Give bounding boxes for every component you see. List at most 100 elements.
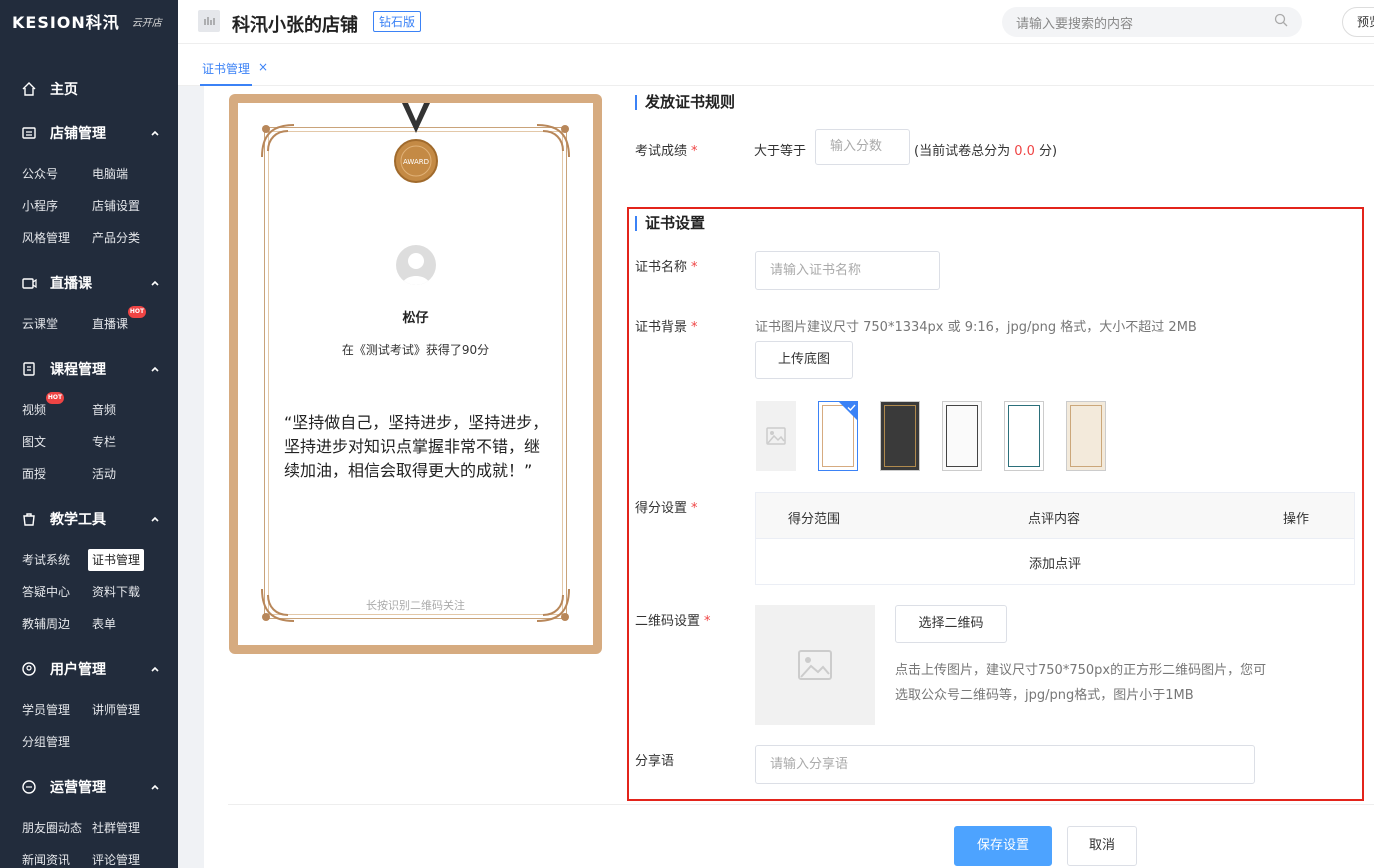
cancel-button[interactable]: 取消 — [1067, 826, 1137, 866]
nav-item-cloud-class[interactable]: 云课堂 — [18, 313, 62, 335]
nav-item-form[interactable]: 表单 — [88, 613, 120, 635]
main-panel: AWARD 松仔 在《测试考试》获得了90分 “坚持做自己，坚持进步，坚持进步，… — [204, 86, 1374, 868]
live-icon — [20, 274, 38, 292]
cert-name-label: 证书名称 * — [635, 256, 698, 275]
medal-text: AWARD — [403, 158, 429, 166]
share-input[interactable]: 请输入分享语 — [755, 745, 1255, 784]
background-placeholder[interactable] — [756, 401, 796, 471]
nav-group-label: 直播课 — [50, 276, 92, 292]
nav-item-teachers[interactable]: 讲师管理 — [88, 699, 144, 721]
background-template-5[interactable] — [1066, 401, 1106, 471]
nav-group-label: 运营管理 — [50, 780, 106, 796]
score-setting-label: 得分设置 * — [635, 497, 698, 516]
template-border — [1008, 405, 1040, 467]
background-template-1[interactable] — [818, 401, 858, 471]
nav-group-label: 店铺管理 — [50, 126, 106, 142]
cert-name-label-text: 证书名称 — [635, 260, 688, 275]
home-icon — [20, 80, 38, 98]
medal-icon: AWARD — [394, 103, 438, 183]
cert-name-input[interactable]: 请输入证书名称 — [755, 251, 940, 290]
nav-group-label: 课程管理 — [50, 362, 106, 378]
certificate-quote: “坚持做自己，坚持进步，坚持进步，坚持进步对知识点掌握非常不错，继续加油，相信会… — [284, 413, 549, 480]
nav-item-style[interactable]: 风格管理 — [18, 227, 74, 249]
close-icon[interactable]: × — [258, 60, 268, 74]
nav-item-audio[interactable]: 音频 — [88, 399, 120, 421]
nav-item-column[interactable]: 专栏 — [88, 431, 120, 453]
column-header-range: 得分范围 — [788, 512, 841, 527]
nav-group-course[interactable]: 课程管理 — [0, 354, 178, 384]
nav-item-comments[interactable]: 评论管理 — [88, 849, 144, 868]
nav-item-miniapp[interactable]: 小程序 — [18, 195, 62, 217]
tab-cert-management[interactable]: 证书管理 — [200, 44, 253, 86]
add-comment-button[interactable]: 添加点评 — [756, 553, 1354, 572]
required-mark: * — [704, 614, 711, 629]
nav-group-live[interactable]: 直播课 — [0, 268, 178, 298]
search-input[interactable]: 请输入要搜索的内容 — [1016, 13, 1274, 32]
score-input[interactable]: 输入分数 — [815, 129, 910, 165]
nav-group-tools[interactable]: 教学工具 — [0, 504, 178, 534]
chevron-up-icon — [150, 780, 160, 796]
brand-logo[interactable]: KESION科汛 云开店 — [0, 0, 178, 42]
hot-badge: HOT — [46, 392, 64, 404]
nav-item-activity[interactable]: 活动 — [88, 463, 120, 485]
content-gutter — [178, 86, 204, 868]
nav-item-article[interactable]: 图文 — [18, 431, 50, 453]
search-icon[interactable] — [1274, 13, 1288, 31]
nav-item-aux[interactable]: 教辅周边 — [18, 613, 74, 635]
nav-group-label: 用户管理 — [50, 662, 106, 678]
score-hint-prefix: (当前试卷总分为 — [914, 144, 1011, 159]
search-bar[interactable]: 请输入要搜索的内容 — [1002, 7, 1302, 37]
tab-bar: 证书管理 × — [178, 44, 1374, 86]
share-label-text: 分享语 — [635, 754, 675, 769]
cert-bg-label-text: 证书背景 — [635, 320, 688, 335]
upload-background-button[interactable]: 上传底图 — [755, 341, 853, 379]
recipient-score: 在《测试考试》获得了90分 — [341, 343, 490, 357]
nav-group-ops[interactable]: 运营管理 — [0, 772, 178, 802]
store-icon — [198, 10, 220, 32]
preview-button[interactable]: 预览 — [1342, 7, 1374, 37]
nav-item-gongzhonghao[interactable]: 公众号 — [18, 163, 62, 185]
required-mark: * — [691, 260, 698, 275]
nav-item-exam[interactable]: 考试系统 — [18, 549, 74, 571]
certificate-paper: AWARD 松仔 在《测试考试》获得了90分 “坚持做自己，坚持进步，坚持进步，… — [238, 103, 593, 645]
qr-hint-line-2: 选取公众号二维码等，jpg/png格式，图片小于1MB — [895, 688, 1194, 703]
required-mark: * — [691, 320, 698, 335]
nav-item-news[interactable]: 新闻资讯 — [18, 849, 74, 868]
nav-item-live-class[interactable]: 直播课 — [88, 313, 132, 335]
template-border — [884, 405, 916, 467]
qr-hint-line-1: 点击上传图片，建议尺寸750*750px的正方形二维码图片，您可 — [895, 663, 1267, 678]
nav-group-users[interactable]: 用户管理 — [0, 654, 178, 684]
nav-item-pc[interactable]: 电脑端 — [88, 163, 132, 185]
nav-item-video[interactable]: 视频 — [18, 399, 50, 421]
qr-image-placeholder[interactable] — [755, 605, 875, 725]
background-template-3[interactable] — [942, 401, 982, 471]
nav-group-store[interactable]: 店铺管理 — [0, 118, 178, 148]
ops-icon — [20, 778, 38, 796]
background-template-2[interactable] — [880, 401, 920, 471]
template-border — [1070, 405, 1102, 467]
nav-item-cert[interactable]: 证书管理 — [88, 549, 145, 571]
share-label: 分享语 — [635, 750, 674, 769]
chevron-up-icon — [150, 276, 160, 292]
nav-item-moments[interactable]: 朋友圈动态 — [18, 817, 86, 839]
logo-text: KESION科汛 — [12, 13, 120, 32]
nav-item-face[interactable]: 面授 — [18, 463, 50, 485]
nav-item-category[interactable]: 产品分类 — [88, 227, 144, 249]
nav-item-community[interactable]: 社群管理 — [88, 817, 144, 839]
background-template-4[interactable] — [1004, 401, 1044, 471]
nav-item-groups[interactable]: 分组管理 — [18, 731, 74, 753]
ornament-icon — [261, 124, 295, 158]
certificate-inner-border — [268, 131, 563, 615]
nav-item-qa[interactable]: 答疑中心 — [18, 581, 74, 603]
score-hint-suffix: 分) — [1039, 144, 1058, 159]
select-qr-button[interactable]: 选择二维码 — [895, 605, 1007, 643]
template-border — [946, 405, 978, 467]
nav-item-students[interactable]: 学员管理 — [18, 699, 74, 721]
cert-bg-label: 证书背景 * — [635, 316, 698, 335]
nav-item-store-settings[interactable]: 店铺设置 — [88, 195, 144, 217]
nav-home[interactable]: 主页 — [0, 74, 178, 104]
nav-item-download[interactable]: 资料下载 — [88, 581, 144, 603]
save-button[interactable]: 保存设置 — [954, 826, 1052, 866]
score-total-value: 0.0 — [1014, 144, 1035, 159]
score-setting-label-text: 得分设置 — [635, 501, 688, 516]
